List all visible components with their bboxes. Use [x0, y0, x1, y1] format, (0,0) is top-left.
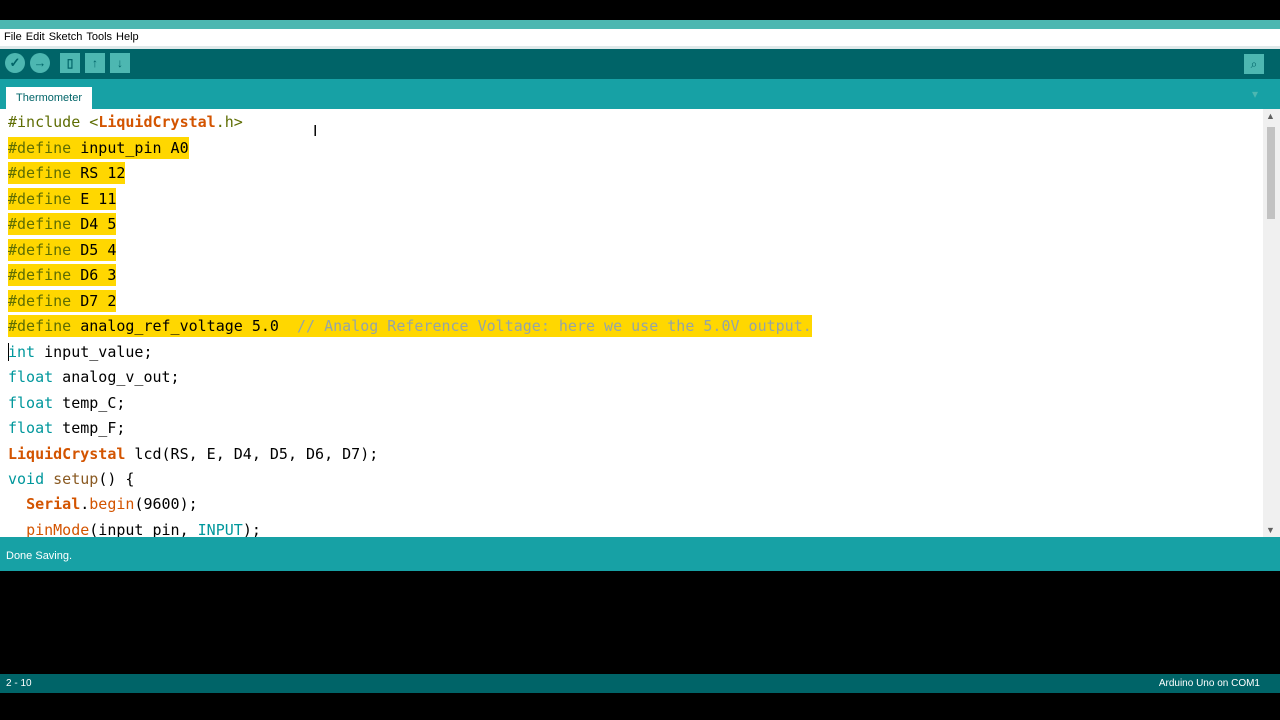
- scroll-up-icon[interactable]: ▲: [1266, 111, 1275, 121]
- menu-bar: File Edit Sketch Tools Help: [0, 29, 1280, 46]
- open-button[interactable]: ↑: [85, 53, 105, 73]
- new-file-icon: ▯: [66, 56, 74, 70]
- code-line: Serial.begin(9600);: [26, 495, 198, 513]
- line-indicator: 2 - 10: [6, 678, 32, 689]
- status-bar: Done Saving.: [0, 537, 1280, 571]
- tab-menu-icon[interactable]: ▾: [1252, 87, 1258, 101]
- code-line: float analog_v_out;: [8, 368, 180, 386]
- save-button[interactable]: ↓: [110, 53, 130, 73]
- save-icon: ↓: [117, 56, 123, 70]
- magnifier-icon: ⌕: [1250, 57, 1258, 71]
- code-line: #define D4 5: [8, 213, 117, 235]
- editor-scrollbar[interactable]: ▲ ▼: [1263, 109, 1280, 537]
- code-line: #define input_pin A0: [8, 137, 189, 159]
- arrow-right-icon: →: [33, 55, 47, 70]
- footer-bar: 2 - 10 Arduino Uno on COM1: [0, 674, 1280, 693]
- tab-thermometer[interactable]: Thermometer: [6, 87, 93, 109]
- serial-monitor-button[interactable]: ⌕: [1244, 54, 1264, 74]
- new-button[interactable]: ▯: [60, 53, 80, 73]
- tab-bar: Thermometer ▾: [0, 79, 1280, 109]
- menu-tools[interactable]: Tools: [82, 29, 112, 45]
- code-line: LiquidCrystal lcd(RS, E, D4, D5, D6, D7)…: [8, 445, 379, 463]
- code-line: #define analog_ref_voltage 5.0 // Analog…: [8, 315, 812, 337]
- board-indicator: Arduino Uno on COM1: [1158, 678, 1260, 689]
- window-top-bar: [0, 0, 1280, 20]
- code-line: #define D5 4: [8, 239, 117, 261]
- verify-button[interactable]: ✓: [5, 53, 25, 73]
- open-icon: ↑: [92, 56, 98, 70]
- code-line: #define D7 2: [8, 290, 117, 312]
- code-line: #define RS 12: [8, 162, 126, 184]
- menu-edit[interactable]: Edit: [22, 29, 45, 45]
- menu-sketch[interactable]: Sketch: [45, 29, 83, 45]
- code-line: void setup() {: [8, 470, 135, 488]
- check-icon: ✓: [9, 55, 21, 70]
- code-editor[interactable]: #include <LiquidCrystal.h> #define input…: [0, 109, 1263, 537]
- code-line: #include <LiquidCrystal.h>: [8, 113, 243, 131]
- code-line: #define E 11: [8, 188, 117, 210]
- console-output[interactable]: [0, 571, 1280, 674]
- upload-button[interactable]: →: [30, 53, 50, 73]
- scroll-thumb[interactable]: [1267, 127, 1275, 219]
- code-line: int input_value;: [8, 343, 153, 361]
- scroll-down-icon[interactable]: ▼: [1266, 525, 1275, 535]
- code-line: pinMode(input_pin, INPUT);: [26, 521, 261, 537]
- window-title-accent: [0, 20, 1280, 29]
- toolbar: ✓ → ▯ ↑ ↓ ⌕: [0, 49, 1280, 79]
- menu-help[interactable]: Help: [112, 29, 139, 45]
- status-message: Done Saving.: [6, 550, 73, 562]
- code-line: #define D6 3: [8, 264, 117, 286]
- menu-file[interactable]: File: [0, 29, 22, 45]
- ibeam-cursor-icon: I: [313, 123, 318, 140]
- code-line: float temp_F;: [8, 419, 126, 437]
- text-caret: [8, 343, 9, 361]
- code-line: float temp_C;: [8, 394, 126, 412]
